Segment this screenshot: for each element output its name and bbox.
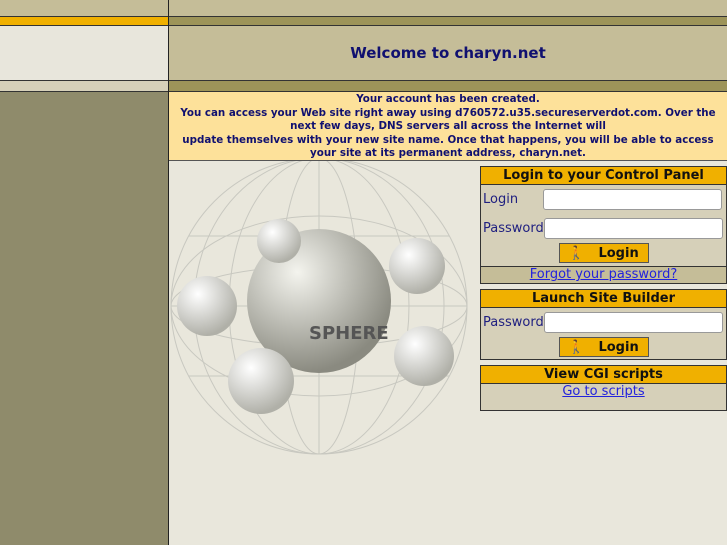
password-label: Password [483,315,544,330]
left-beige-band [0,80,168,92]
panel-title: Login to your Control Panel [481,167,726,185]
left-sidebar [0,92,168,545]
notice-line: You can access your Web site right away … [180,106,716,119]
control-panel-login: Login to your Control Panel Login Passwo… [480,166,727,284]
password-input[interactable] [543,218,723,239]
login-button[interactable]: 🚶 Login [558,243,649,263]
sphere-label: SPHERE [309,323,389,344]
site-builder-panel: Launch Site Builder Password 🚶 Login [480,289,727,360]
olive-band [169,80,727,92]
panel-title: View CGI scripts [481,366,726,384]
password-label: Password [483,221,544,236]
button-label: Login [598,245,639,261]
button-label: Login [598,339,639,355]
notice-line: your site at its permanent address, char… [310,147,586,159]
account-notice: Your account has been created. You can a… [169,92,727,161]
top-band [169,0,727,16]
site-builder-login-button[interactable]: 🚶 Login [558,337,649,357]
panel-title: Launch Site Builder [481,290,726,308]
forgot-password-link[interactable]: Forgot your password? [481,267,726,282]
cgi-panel: View CGI scripts Go to scripts [480,365,727,411]
header: Welcome to charyn.net [169,26,727,80]
page-title: Welcome to charyn.net [350,44,546,62]
notice-line: update themselves with your new site nam… [182,133,714,146]
walking-person-icon: 🚶 [568,245,585,261]
left-top-band [0,0,168,16]
walking-person-icon: 🚶 [568,339,585,355]
login-label: Login [483,192,519,207]
notice-line: next few days, DNS servers all across th… [290,120,606,132]
go-to-scripts-link[interactable]: Go to scripts [481,384,726,399]
notice-line: Your account has been created. [356,93,540,105]
sphere-globe-graphic: SPHERE [170,161,468,455]
login-input[interactable] [543,189,722,210]
site-builder-password-input[interactable] [543,312,723,333]
left-orange-band [0,16,168,26]
olive-band [169,16,727,26]
left-light-band [0,26,168,80]
